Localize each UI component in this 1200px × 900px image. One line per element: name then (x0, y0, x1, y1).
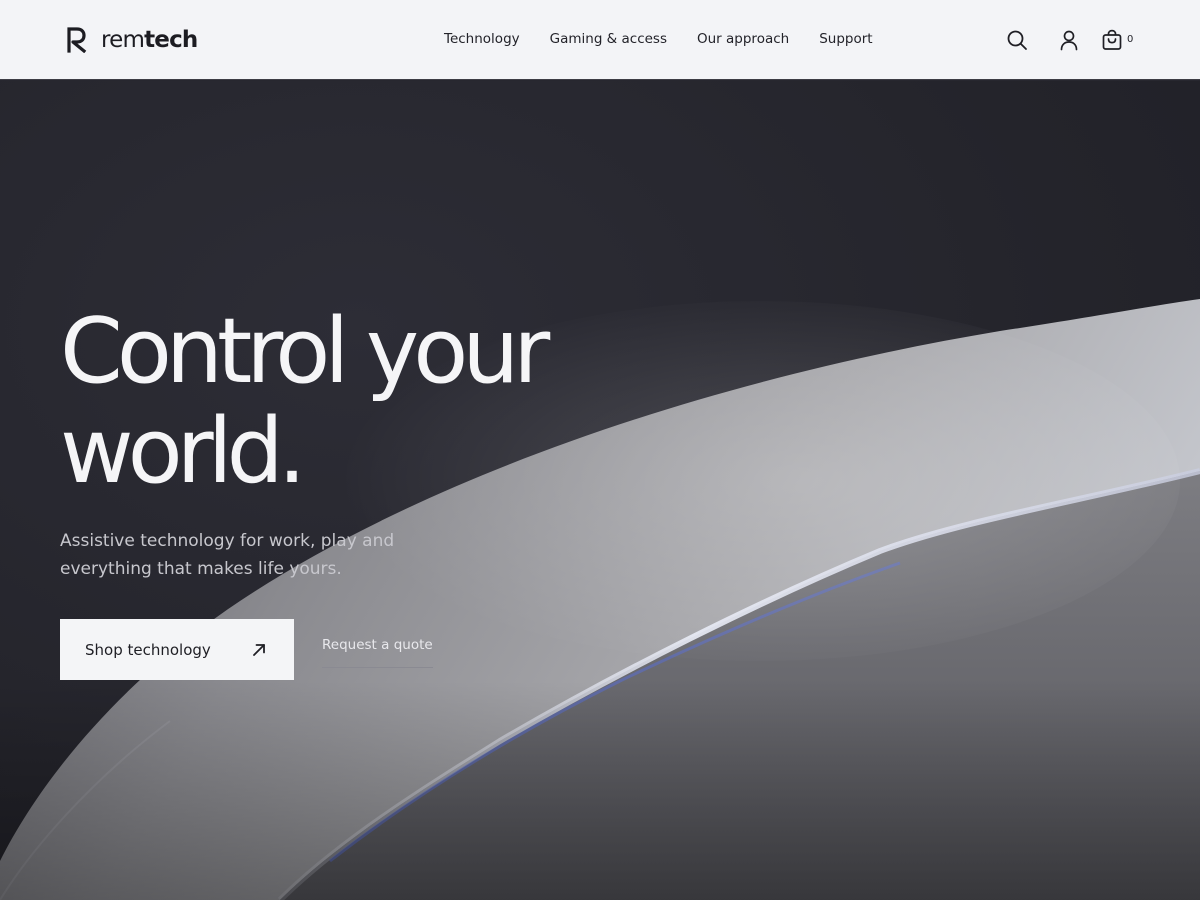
nav-item-our-approach[interactable]: Our approach (697, 29, 789, 49)
hero-subtext: Assistive technology for work, play and … (60, 531, 395, 579)
nav-item-gaming-access[interactable]: Gaming & access (550, 29, 667, 49)
account-button[interactable] (1056, 27, 1082, 53)
cart-button[interactable]: 0 (1101, 27, 1141, 53)
r-monogram-icon (67, 27, 87, 53)
shop-technology-label: Shop technology (85, 640, 211, 659)
search-button[interactable] (1004, 27, 1030, 53)
request-quote-link[interactable]: Request a quote (322, 637, 433, 668)
user-icon (1060, 30, 1078, 51)
arrow-up-right-icon (253, 643, 265, 656)
brand-wordmark: remtech (101, 26, 198, 54)
hero-headline-line-1: Control your (60, 299, 550, 404)
nav-item-technology[interactable]: Technology (444, 29, 520, 49)
nav-item-support[interactable]: Support (819, 29, 872, 49)
shopping-bag-icon (1102, 29, 1122, 50)
search-icon (1007, 30, 1027, 50)
main-nav: Technology Gaming & access Our approach … (444, 29, 873, 49)
cart-count: 0 (1127, 34, 1134, 45)
hero-headline: Control your world. (60, 302, 620, 502)
brand-name-light: rem (101, 27, 145, 53)
hero-headline-line-2: world. (60, 399, 306, 504)
brand-name-bold: tech (144, 27, 198, 53)
shop-technology-button[interactable]: Shop technology (60, 619, 294, 680)
brand-logo[interactable]: remtech (66, 26, 198, 54)
hero-section: Control your world. Assistive technology… (0, 81, 1200, 900)
site-header: remtech Technology Gaming & access Our a… (0, 0, 1200, 80)
